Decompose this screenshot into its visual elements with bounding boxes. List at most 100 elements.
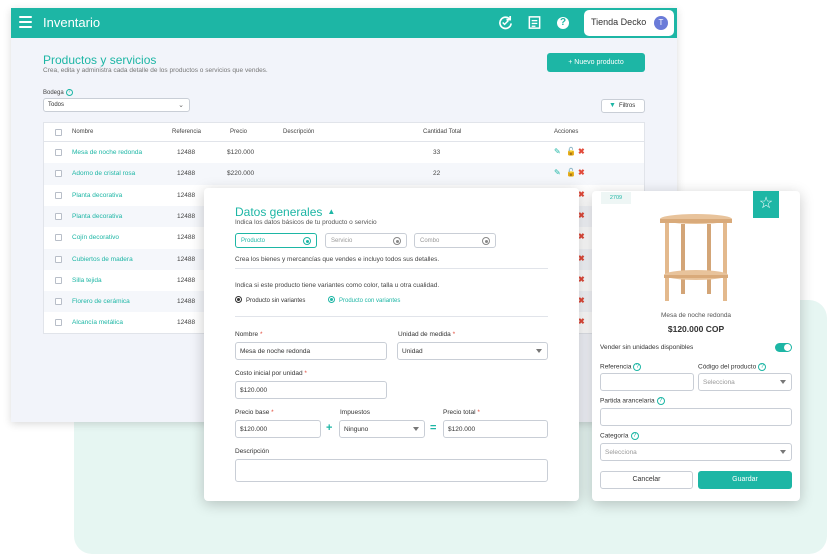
- header-description: Descripción: [283, 129, 315, 135]
- type-product[interactable]: Producto: [235, 233, 317, 248]
- product-name-link[interactable]: Adorno de cristal rosa: [72, 170, 135, 177]
- row-checkbox[interactable]: [55, 298, 62, 306]
- delete-icon[interactable]: ✖: [578, 190, 585, 199]
- table-row[interactable]: Mesa de noche redonda 12488 $120.000 33 ✎ 🔓 ✖: [44, 142, 644, 163]
- quantity-cell: 33: [433, 149, 441, 156]
- bodega-select[interactable]: Todos ⌄: [43, 98, 190, 112]
- delete-icon[interactable]: ✖: [578, 254, 585, 263]
- help-icon[interactable]: ?: [557, 17, 569, 29]
- nombre-label: Nombre *: [235, 331, 263, 338]
- sell-without-stock-toggle[interactable]: [775, 343, 792, 352]
- new-product-button[interactable]: + Nuevo producto: [547, 53, 645, 72]
- costo-field[interactable]: $120.000: [235, 381, 387, 399]
- type-service[interactable]: Servicio: [325, 233, 407, 248]
- modal-title[interactable]: Datos generales ▲: [235, 205, 335, 219]
- product-name-link[interactable]: Cojín decorativo: [72, 234, 119, 241]
- partida-field[interactable]: [600, 408, 792, 426]
- row-checkbox[interactable]: [55, 234, 62, 242]
- chevron-down-icon: [536, 349, 542, 353]
- product-name-link[interactable]: Alcancía metálica: [72, 319, 123, 326]
- reference-cell: 12488: [177, 170, 196, 178]
- type-service-label: Servicio: [331, 238, 353, 244]
- reference-tag: 2709: [601, 192, 631, 204]
- star-icon[interactable]: ☆: [753, 191, 779, 218]
- edit-icon[interactable]: ✎: [554, 169, 561, 177]
- sync-icon[interactable]: [498, 15, 513, 30]
- table-row[interactable]: Adorno de cristal rosa 12488 $220.000 22 ✎ 🔓 ✖: [44, 163, 644, 185]
- unidad-select[interactable]: Unidad: [397, 342, 548, 360]
- precio-base-field[interactable]: $120.000: [235, 420, 321, 438]
- product-side-panel: 2709 ☆ Mesa de noche redonda $120.000 CO…: [592, 191, 800, 501]
- radio-icon: [303, 237, 311, 245]
- header-name: Nombre: [72, 129, 94, 135]
- unlock-icon[interactable]: 🔓: [566, 148, 576, 156]
- filters-button[interactable]: ▼ Filtros: [601, 99, 645, 113]
- receipt-icon[interactable]: [527, 15, 542, 30]
- type-product-label: Producto: [241, 238, 266, 244]
- referencia-label: Referencia?: [600, 363, 642, 371]
- categoria-label: Categoría?: [600, 432, 639, 440]
- row-checkbox[interactable]: [55, 255, 62, 263]
- codigo-select[interactable]: Selecciona: [698, 373, 792, 391]
- product-name-link[interactable]: Florero de cerámica: [72, 298, 130, 305]
- delete-icon[interactable]: ✖: [578, 275, 585, 284]
- page-title: Productos y servicios: [43, 53, 157, 67]
- delete-icon[interactable]: ✖: [578, 169, 585, 177]
- user-menu[interactable]: Tienda Decko T: [584, 10, 674, 36]
- general-data-modal: Datos generales ▲ Indica los datos básico…: [204, 188, 579, 501]
- caret-up-icon[interactable]: ▲: [327, 207, 335, 216]
- delete-icon[interactable]: ✖: [578, 211, 585, 220]
- radio-icon: [393, 237, 401, 245]
- chevron-down-icon: [413, 427, 419, 431]
- select-all-checkbox[interactable]: [55, 129, 62, 136]
- descripcion-field[interactable]: [235, 459, 548, 482]
- row-checkbox[interactable]: [55, 191, 62, 199]
- product-name-link[interactable]: Planta decorativa: [72, 213, 122, 220]
- partida-label: Partida arancelaria?: [600, 397, 665, 405]
- header-quantity: Cantidad Total: [423, 129, 462, 135]
- radio-icon: [235, 296, 242, 303]
- divider: [235, 268, 548, 269]
- product-name-link[interactable]: Mesa de noche redonda: [72, 149, 142, 156]
- edit-icon[interactable]: ✎: [554, 148, 561, 156]
- quantity-cell: 22: [433, 170, 441, 178]
- unidad-label: Unidad de medida *: [398, 331, 456, 338]
- price-cell: $120.000: [227, 149, 255, 156]
- reference-cell: 12488: [177, 212, 196, 220]
- product-price: $120.000 COP: [667, 324, 725, 334]
- product-name-link[interactable]: Silla tejida: [72, 277, 102, 284]
- info-icon: ?: [758, 363, 767, 371]
- product-name: Mesa de noche redonda: [660, 312, 732, 319]
- no-variants-option[interactable]: Producto sin variantes: [235, 296, 305, 304]
- delete-icon[interactable]: ✖: [578, 318, 585, 326]
- with-variants-option[interactable]: Producto con variantes: [328, 296, 400, 304]
- unlock-icon[interactable]: 🔓: [566, 169, 576, 177]
- avatar: T: [654, 16, 668, 30]
- nombre-field[interactable]: Mesa de noche redonda: [235, 342, 387, 360]
- row-checkbox[interactable]: [55, 170, 62, 178]
- filters-label: Filtros: [618, 103, 636, 109]
- save-button[interactable]: Guardar: [698, 471, 792, 489]
- info-icon: ?: [630, 432, 639, 440]
- delete-icon[interactable]: ✖: [578, 233, 585, 241]
- impuestos-select[interactable]: Ninguno: [339, 420, 425, 438]
- row-checkbox[interactable]: [55, 149, 62, 156]
- delete-icon[interactable]: ✖: [578, 297, 585, 305]
- categoria-select[interactable]: Selecciona: [600, 443, 792, 461]
- cancel-button[interactable]: Cancelar: [600, 471, 693, 489]
- product-name-link[interactable]: Planta decorativa: [72, 192, 122, 199]
- row-checkbox[interactable]: [55, 276, 62, 284]
- header-price: Precio: [230, 129, 248, 135]
- row-checkbox[interactable]: [55, 212, 62, 220]
- modal-subtitle: Indica los datos básicos de tu producto …: [235, 219, 377, 226]
- user-name: Tienda Decko: [591, 17, 647, 27]
- product-image: [660, 214, 732, 301]
- precio-base-label: Precio base *: [235, 409, 274, 416]
- product-name-link[interactable]: Cubiertos de madera: [72, 256, 133, 263]
- row-checkbox[interactable]: [55, 319, 62, 327]
- delete-icon[interactable]: ✖: [578, 148, 585, 156]
- type-combo[interactable]: Combo: [414, 233, 496, 248]
- menu-icon[interactable]: [19, 16, 32, 28]
- referencia-field[interactable]: [600, 373, 694, 391]
- precio-total-field[interactable]: $120.000: [443, 420, 548, 438]
